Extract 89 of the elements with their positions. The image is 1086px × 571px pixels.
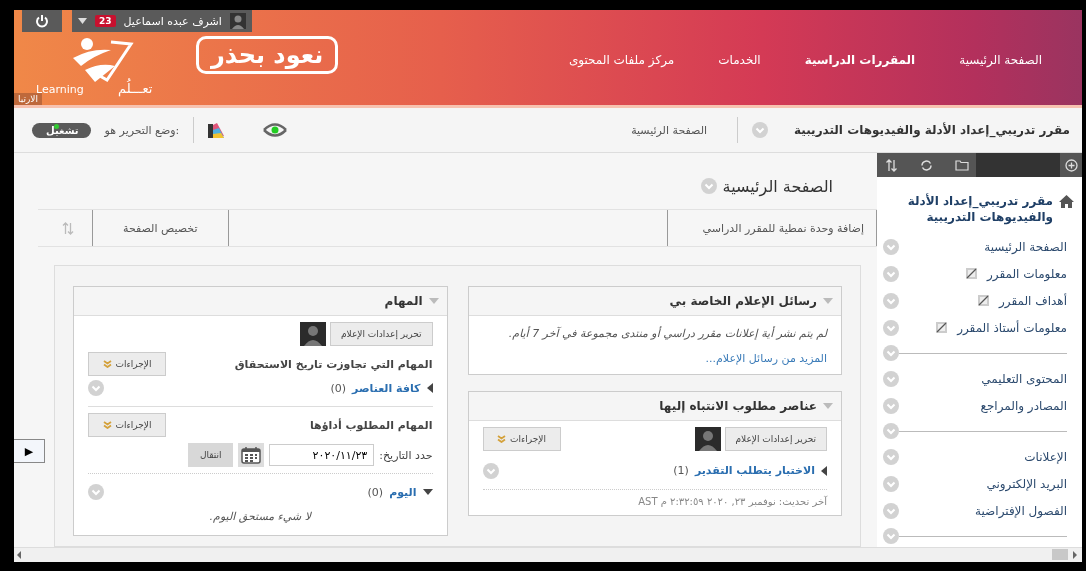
- chevron-circle-icon[interactable]: [883, 265, 899, 282]
- chevron-circle-icon[interactable]: [883, 370, 899, 387]
- avatar-icon: [694, 426, 721, 451]
- horizontal-scrollbar[interactable]: [14, 547, 1082, 562]
- chevron-circle-icon[interactable]: [883, 238, 899, 255]
- chevron-circle-icon[interactable]: [883, 423, 899, 440]
- chevron-circle-icon[interactable]: [883, 345, 899, 362]
- nav-tab[interactable]: المقررات الدراسية: [804, 53, 916, 67]
- edit-mode-toggle[interactable]: تشغيل: [32, 122, 91, 138]
- last-updated: آخر تحديث: نوفمبر ٢٣, ٢٠٢٠ ٢:٣٢:٥٩ م AST: [637, 495, 827, 507]
- logout-button[interactable]: [22, 10, 62, 32]
- chevron-circle-icon[interactable]: [883, 528, 899, 545]
- double-chevron-icon: [102, 421, 112, 429]
- chevron-circle-icon[interactable]: [883, 502, 899, 519]
- avatar-icon: [300, 322, 326, 346]
- calendar-icon: [241, 446, 262, 464]
- module-title: رسائل الإعلام الخاصة بي: [669, 294, 817, 308]
- actions-button[interactable]: الإجراءات: [88, 413, 166, 437]
- empty-message: لا شيء مستحق اليوم.: [208, 510, 313, 523]
- menu-link[interactable]: الفصول الإفتراضية: [975, 503, 1067, 518]
- actions-button[interactable]: الإجراءات: [482, 426, 561, 451]
- home-icon[interactable]: [1059, 195, 1074, 208]
- menu-link[interactable]: الصفحة الرئيسية: [984, 239, 1067, 254]
- eye-icon[interactable]: [262, 122, 289, 138]
- add-icon[interactable]: [1064, 158, 1078, 172]
- add-module-button[interactable]: إضافة وحدة نمطية للمقرر الدراسي: [666, 210, 877, 246]
- menu-link[interactable]: المصادر والمراجع: [980, 398, 1067, 413]
- more-link[interactable]: المزيد من رسائل الإعلام...: [705, 351, 827, 365]
- date-field[interactable]: ٢٠٢٠/١١/٢٣: [269, 444, 375, 466]
- double-chevron-icon: [102, 360, 112, 368]
- item-count: (1): [673, 464, 689, 477]
- breadcrumb-course[interactable]: مقرر تدريبي_إعداد الأدلة والفيديوهات التدريبية: [794, 123, 1070, 137]
- go-button[interactable]: انتقال: [188, 443, 234, 467]
- user-name: اشرف عبده اسماعيل: [123, 14, 222, 28]
- item-count: (0): [330, 381, 347, 395]
- item-count: (0): [367, 485, 384, 499]
- chevron-circle-icon[interactable]: [88, 380, 104, 396]
- double-chevron-icon: [497, 434, 507, 443]
- caret-icon: [78, 18, 87, 24]
- triangle-icon[interactable]: [426, 383, 433, 393]
- group-link[interactable]: الاختبار يتطلب التقدير: [694, 464, 815, 477]
- module-title: عناصر مطلوب الانتباه إليها: [659, 398, 817, 413]
- notification-badge: 23: [95, 15, 116, 27]
- refresh-icon[interactable]: [920, 158, 933, 172]
- customize-page-button[interactable]: تخصيص الصفحة: [92, 210, 229, 246]
- triangle-icon[interactable]: [821, 465, 827, 476]
- menu-toggle-button[interactable]: ▶: [14, 439, 45, 463]
- nav-tab[interactable]: الصفحة الرئيسية: [959, 53, 1042, 67]
- sort-icon[interactable]: [885, 158, 898, 172]
- chevron-circle-icon[interactable]: [883, 448, 899, 465]
- menu-link[interactable]: البريد الإلكتروني: [986, 476, 1067, 491]
- triangle-icon[interactable]: [422, 489, 433, 495]
- calendar-button[interactable]: [238, 443, 265, 467]
- group-link[interactable]: اليوم: [389, 485, 417, 499]
- side-tab[interactable]: الارتبا: [14, 93, 42, 105]
- announcements-message: لم يتم نشر أية إعلانات مقرر دراسي أو منتدى مجموعة في آخر 7 أيام.: [507, 326, 827, 342]
- nav-tab[interactable]: مركز ملفات المحتوى: [568, 53, 675, 67]
- chevron-circle-icon[interactable]: [88, 484, 104, 500]
- chevron-circle-icon[interactable]: [752, 122, 769, 138]
- chevron-circle-icon[interactable]: [883, 475, 899, 492]
- logo: نعود بحذر: [196, 36, 339, 74]
- folder-icon[interactable]: [954, 159, 969, 171]
- notification-settings-button[interactable]: تحرير إعدادات الإعلام: [724, 426, 827, 451]
- menu-link[interactable]: معلومات المقرر: [987, 266, 1067, 281]
- power-icon: [35, 14, 49, 28]
- section-heading: المهام التي تجاوزت تاريخ الاستحقاق: [234, 357, 433, 371]
- menu-link[interactable]: أهداف المقرر: [999, 293, 1067, 308]
- menu-link[interactable]: المحتوى التعليمي: [981, 371, 1067, 386]
- section-heading: المهام المطلوب أداؤها: [309, 418, 433, 432]
- brand-latin: Learning: [36, 83, 84, 96]
- chevron-circle-icon[interactable]: [482, 462, 499, 479]
- menu-link[interactable]: معلومات أستاذ المقرر: [957, 320, 1067, 335]
- chevron-circle-icon[interactable]: [883, 319, 899, 336]
- notification-settings-button[interactable]: تحرير إعدادات الإعلام: [330, 322, 433, 346]
- date-label: حدد التاريخ:: [379, 448, 433, 462]
- chevron-circle-icon[interactable]: [883, 292, 899, 309]
- edit-mode-label: وضع التحرير هو:: [104, 123, 180, 137]
- chevron-circle-icon[interactable]: [700, 178, 717, 194]
- page-title: الصفحة الرئيسية: [722, 176, 833, 196]
- menu-link[interactable]: الإعلانات: [1024, 449, 1067, 464]
- breadcrumb-page[interactable]: الصفحة الرئيسية: [631, 123, 708, 137]
- palette-icon[interactable]: [208, 122, 225, 138]
- actions-button[interactable]: الإجراءات: [88, 352, 166, 376]
- nav-tab[interactable]: الخدمات: [718, 53, 761, 67]
- avatar-icon: [229, 13, 246, 29]
- group-link[interactable]: كافة العناصر: [352, 381, 421, 395]
- chevron-circle-icon[interactable]: [883, 397, 899, 414]
- course-link[interactable]: مقرر تدريبي_إعداد الأدلة والفيديوهات التدريبية: [897, 193, 1053, 226]
- module-title: المهام: [384, 294, 423, 308]
